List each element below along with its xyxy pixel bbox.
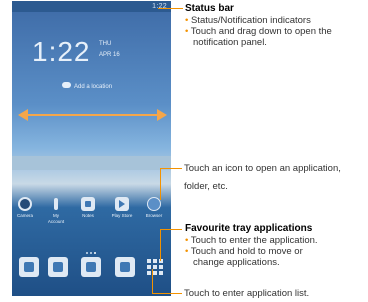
status-bar-callout-line xyxy=(158,8,182,9)
app-label: My Account xyxy=(47,213,65,224)
notes-icon xyxy=(81,197,95,211)
status-bar-callout-end xyxy=(182,8,183,9)
tray-callout-line xyxy=(160,229,182,230)
app-list-text: Touch to enter application list. xyxy=(184,288,310,299)
status-bar[interactable]: 1:22 xyxy=(12,1,171,12)
app-label: Notes xyxy=(82,213,94,218)
status-bar-bullet-1: • Status/Notification indicators xyxy=(185,15,311,26)
status-bar-bullet-2: • Touch and drag down to open the xyxy=(185,26,332,37)
favourite-tray xyxy=(12,251,171,296)
app-browser[interactable]: Browser xyxy=(143,197,165,219)
clock-date: APR 16 xyxy=(99,52,120,58)
play-store-icon xyxy=(115,197,129,211)
clock-day: THU xyxy=(99,41,112,47)
app-camera[interactable]: Camera xyxy=(14,197,36,219)
status-time: 1:22 xyxy=(152,3,167,10)
app-list-callout-line xyxy=(152,293,182,294)
swipe-left-arrow-icon xyxy=(18,109,28,121)
app-label: Browser xyxy=(145,213,163,218)
favourite-tray-bullet-2: • Touch and hold to move or xyxy=(185,246,303,257)
wallpaper-horizon xyxy=(12,156,171,170)
status-bar-title: Status bar xyxy=(185,3,234,14)
status-bar-bullet-2-cont: notification panel. xyxy=(193,37,267,48)
open-app-text-1: Touch an icon to open an application, xyxy=(184,163,341,174)
app-label: Play Store xyxy=(111,213,133,218)
account-icon xyxy=(49,197,63,211)
messages-icon[interactable] xyxy=(81,257,101,277)
app-my-account[interactable]: My Account xyxy=(45,197,67,225)
browser-icon xyxy=(147,197,161,211)
swipe-right-arrow-icon xyxy=(157,109,167,121)
clock-widget[interactable]: 1:22 xyxy=(32,36,91,68)
add-location-link[interactable]: Add a location xyxy=(74,84,112,90)
email-icon[interactable] xyxy=(115,257,135,277)
favourite-tray-title: Favourite tray applications xyxy=(185,223,313,234)
weather-icon xyxy=(62,82,71,88)
swipe-line xyxy=(24,114,160,116)
favourite-tray-bullet-1: • Touch to enter the application. xyxy=(185,235,318,246)
contacts-icon[interactable] xyxy=(48,257,68,277)
app-play-store[interactable]: Play Store xyxy=(111,197,133,219)
open-app-callout-vertical xyxy=(160,168,161,200)
phone-icon[interactable] xyxy=(19,257,39,277)
app-list-icon[interactable] xyxy=(145,257,165,277)
page-indicator xyxy=(86,241,100,254)
favourite-tray-bullet-2-cont: change applications. xyxy=(193,257,280,268)
app-label: Camera xyxy=(16,213,33,218)
open-app-text-2: folder, etc. xyxy=(184,181,228,192)
tray-callout-vertical xyxy=(160,229,161,261)
camera-icon xyxy=(18,197,32,211)
app-list-callout-vertical xyxy=(152,269,153,293)
open-app-callout-line xyxy=(160,168,182,169)
phone-screenshot: 1:22 1:22 THU APR 16 Add a location Came… xyxy=(12,1,171,296)
app-notes[interactable]: Notes xyxy=(77,197,99,219)
